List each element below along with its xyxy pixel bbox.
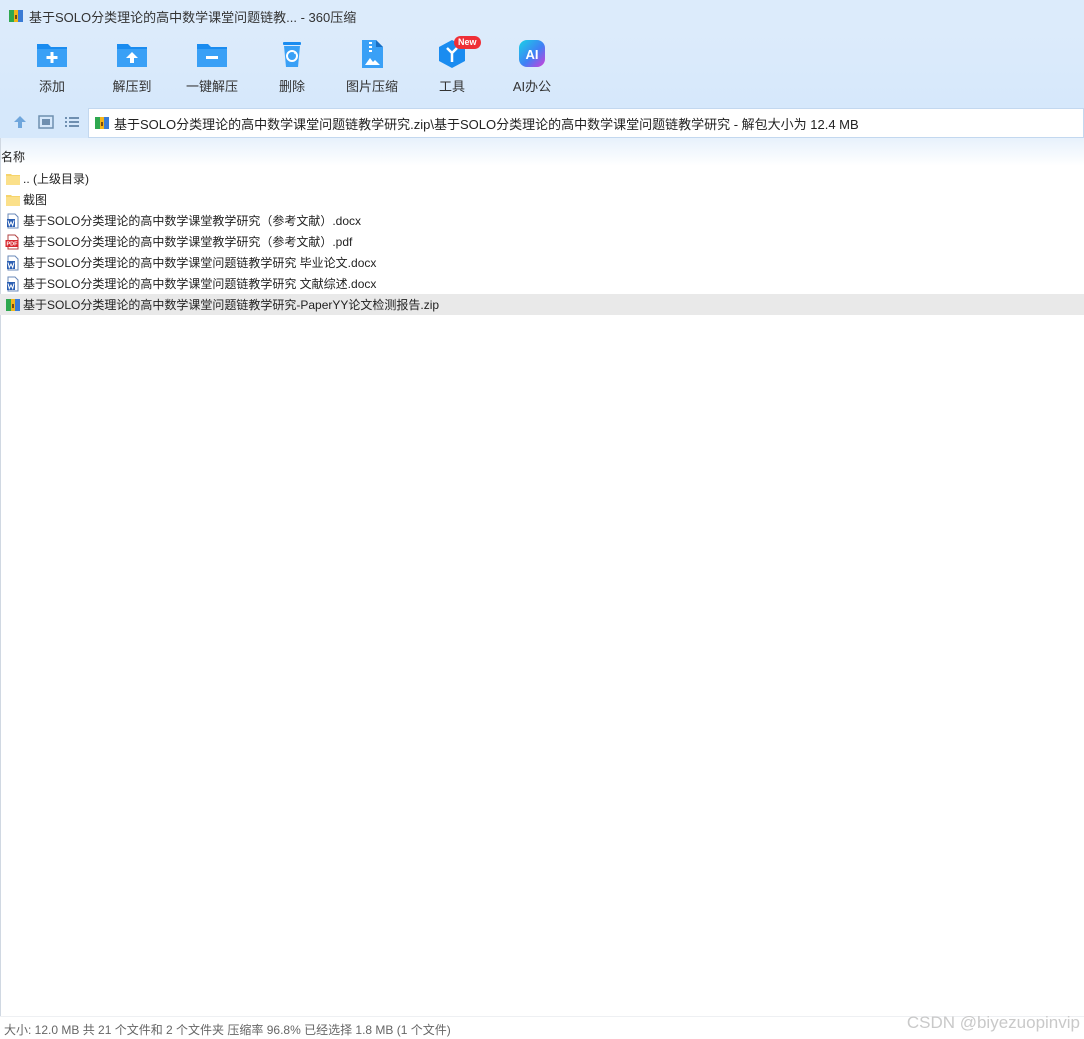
pdf-icon-text: PDF	[7, 241, 19, 247]
new-badge: New	[454, 36, 481, 49]
one-click-extract-button[interactable]: 一键解压	[172, 38, 252, 100]
file-name: 基于SOLO分类理论的高中数学课堂问题链教学研究-PaperYY论文检测报告.z…	[23, 298, 440, 312]
recycle-bin-icon	[283, 42, 301, 67]
tools-button[interactable]: New 工具	[412, 36, 492, 100]
ai-office-button-label: AI办公	[512, 79, 552, 94]
folder-icon	[6, 194, 20, 206]
file-name: 基于SOLO分类理论的高中数学课堂教学研究（参考文献）.pdf	[23, 235, 353, 249]
file-name: 基于SOLO分类理论的高中数学课堂问题链教学研究 文献综述.docx	[23, 277, 377, 291]
folder-icon	[6, 173, 20, 185]
column-header: 名称	[0, 138, 1084, 166]
list-item-references-pdf[interactable]: PDF 基于SOLO分类理论的高中数学课堂教学研究（参考文献）.pdf	[0, 231, 1084, 252]
ai-office-button[interactable]: AI AI办公	[492, 38, 572, 100]
title-bar: 基于SOLO分类理论的高中数学课堂问题链教... - 360压缩	[0, 0, 1084, 32]
window-title: 基于SOLO分类理论的高中数学课堂问题链教... - 360压缩	[29, 9, 357, 25]
delete-button[interactable]: 删除	[252, 38, 332, 100]
one-click-extract-button-label: 一键解压	[185, 79, 238, 94]
pdf-document-icon: PDF	[5, 234, 19, 249]
up-level-icon[interactable]	[12, 114, 28, 130]
list-item-thesis-docx[interactable]: 基于SOLO分类理论的高中数学课堂问题链教学研究 毕业论文.docx	[0, 252, 1084, 273]
file-name: 基于SOLO分类理论的高中数学课堂问题链教学研究 毕业论文.docx	[23, 256, 377, 270]
status-text: 大小: 12.0 MB 共 21 个文件和 2 个文件夹 压缩率 96.8% 已…	[4, 1023, 451, 1037]
address-path: 基于SOLO分类理论的高中数学课堂问题链教学研究.zip\基于SOLO分类理论的…	[114, 116, 859, 132]
thumbnail-view-icon[interactable]	[38, 114, 54, 130]
file-name: 基于SOLO分类理论的高中数学课堂教学研究（参考文献）.docx	[23, 214, 362, 228]
word-document-icon	[7, 276, 19, 291]
list-view-icon[interactable]	[64, 114, 80, 130]
archive-icon	[95, 117, 109, 129]
image-compress-icon	[362, 40, 383, 68]
file-name: .. (上级目录)	[23, 172, 89, 186]
add-icon	[37, 44, 67, 67]
list-item-parent-directory[interactable]: .. (上级目录)	[0, 168, 1084, 189]
extract-to-icon	[117, 44, 147, 67]
extract-to-button[interactable]: 解压到	[92, 38, 172, 100]
status-bar: 大小: 12.0 MB 共 21 个文件和 2 个文件夹 压缩率 96.8% 已…	[0, 1013, 1084, 1039]
name-column-header[interactable]: 名称	[1, 148, 25, 165]
image-compress-button[interactable]: 图片压缩	[332, 38, 412, 100]
navigation-bar: 基于SOLO分类理论的高中数学课堂问题链教学研究.zip\基于SOLO分类理论的…	[0, 106, 1084, 138]
word-document-icon	[7, 255, 19, 270]
address-bar[interactable]: 基于SOLO分类理论的高中数学课堂问题链教学研究.zip\基于SOLO分类理论的…	[88, 108, 1084, 138]
delete-button-label: 删除	[278, 79, 305, 94]
add-button-label: 添加	[38, 79, 65, 94]
image-compress-button-label: 图片压缩	[345, 79, 398, 94]
one-click-extract-icon	[197, 44, 227, 67]
zip-archive-icon	[6, 298, 20, 311]
watermark: CSDN @biyezuopinvip	[906, 1013, 1080, 1032]
ai-office-icon: AI	[519, 40, 545, 67]
archive-app-icon	[9, 10, 23, 22]
file-name: 截图	[23, 193, 48, 207]
tools-button-label: 工具	[438, 79, 465, 94]
toolbar: 添加 解压到 一键解压 删除 图片压缩 New 工具 AI AI办公	[0, 32, 1084, 106]
file-list: .. (上级目录) 截图 基于SOLO分类理论的高中数学课堂教学研究（参考文献）…	[0, 168, 1084, 315]
list-item-references-docx[interactable]: 基于SOLO分类理论的高中数学课堂教学研究（参考文献）.docx	[0, 210, 1084, 231]
list-item-literature-review-docx[interactable]: 基于SOLO分类理论的高中数学课堂问题链教学研究 文献综述.docx	[0, 273, 1084, 294]
add-button[interactable]: 添加	[12, 38, 92, 100]
list-item-check-report-zip[interactable]: 基于SOLO分类理论的高中数学课堂问题链教学研究-PaperYY论文检测报告.z…	[0, 294, 1084, 315]
list-item-screenshots-folder[interactable]: 截图	[0, 189, 1084, 210]
extract-to-button-label: 解压到	[112, 79, 152, 94]
ai-icon-text: AI	[526, 47, 539, 62]
word-document-icon	[7, 213, 19, 228]
